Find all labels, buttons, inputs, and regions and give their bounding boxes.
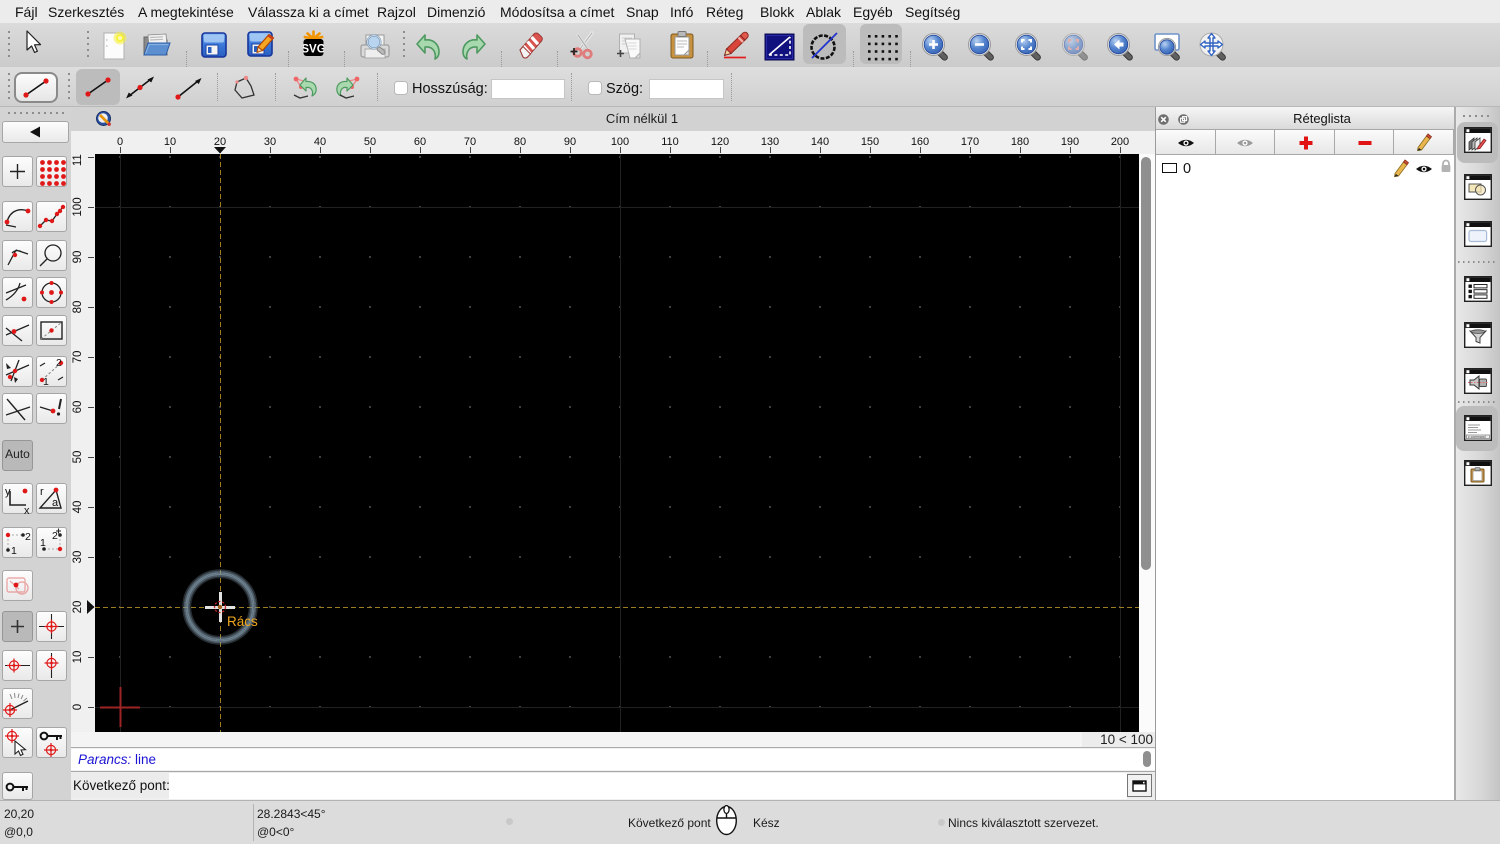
svg-text:110: 110 [661,136,679,148]
svg-text:y: y [5,486,11,498]
svg-text:90: 90 [564,136,576,148]
svg-text:0: 0 [72,704,84,710]
svg-text:2: 2 [56,357,62,369]
svg-text:160: 160 [911,136,929,148]
svg-text:30: 30 [72,551,84,564]
svg-text:100: 100 [611,136,629,148]
svg-text:50: 50 [364,136,376,148]
svg-text:1: 1 [43,376,49,387]
svg-text:140: 140 [811,136,829,148]
svg-text:Rács: Rács [227,614,258,629]
svg-text:60: 60 [72,401,84,414]
svg-text:100: 100 [72,197,84,216]
svg-text:10: 10 [164,136,176,148]
svg-text:90: 90 [72,251,84,264]
svg-text:170: 170 [961,136,979,148]
svg-text:110: 110 [72,154,84,166]
svg-text:80: 80 [72,301,84,314]
svg-text:120: 120 [711,136,729,148]
svg-text:200: 200 [1111,136,1129,148]
svg-text:50: 50 [72,451,84,464]
svg-text:70: 70 [464,136,476,148]
svg-text:150: 150 [861,136,879,148]
svg-text:1: 1 [40,537,46,549]
svg-text:70: 70 [72,351,84,364]
svg-text:x: x [24,505,30,514]
svg-text:40: 40 [314,136,326,148]
svg-text:30: 30 [264,136,276,148]
svg-text:r: r [40,486,44,498]
svg-text:SVG: SVG [303,44,324,56]
svg-text:a: a [52,497,59,509]
svg-text:10: 10 [72,651,84,664]
svg-text:60: 60 [414,136,426,148]
svg-text:190: 190 [1061,136,1079,148]
svg-text:20: 20 [214,136,226,148]
svg-text:40: 40 [72,501,84,514]
svg-text:0: 0 [117,136,123,148]
svg-text:180: 180 [1011,136,1029,148]
svg-text:c command: c command [1468,435,1486,439]
svg-text:130: 130 [761,136,779,148]
svg-text:2: 2 [25,531,31,543]
svg-text:20: 20 [72,601,84,614]
svg-text:80: 80 [514,136,526,148]
svg-text:1: 1 [11,545,17,557]
svg-text:2: 2 [52,530,58,542]
